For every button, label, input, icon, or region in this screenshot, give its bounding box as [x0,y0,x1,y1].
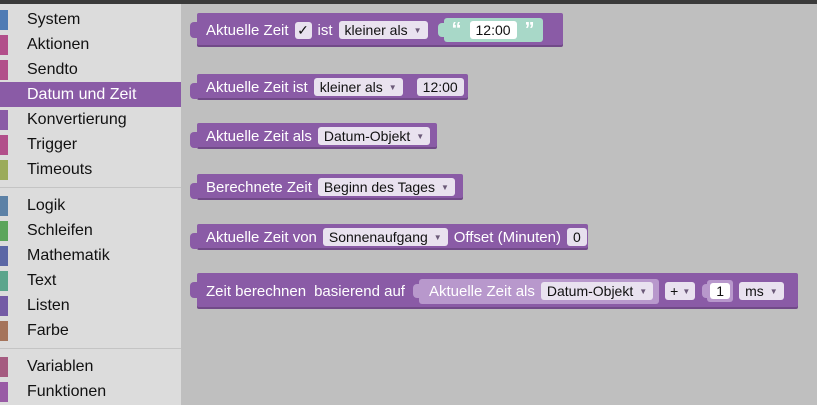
block-workspace[interactable]: Aktuelle Zeit ✓ ist kleiner als ▼ “ 12:00… [181,4,817,405]
category-color-swatch [0,9,8,30]
dropdown-caret-icon: ▼ [413,25,422,35]
dropdown-caret-icon: ▼ [769,286,778,296]
category-label: Konvertierung [27,110,127,128]
category-timeouts[interactable]: Timeouts [0,157,181,182]
offset-minutes-field[interactable]: 0 [566,228,587,246]
time-unit-dropdown[interactable]: ms ▼ [739,282,784,300]
category-color-swatch [0,134,8,155]
category-color-swatch [0,295,8,316]
category-label: Farbe [27,321,69,339]
time-string-field[interactable]: 12:00 [469,21,517,39]
category-label: Trigger [27,135,78,153]
block-label: Aktuelle Zeit als [206,127,312,145]
category-schleifen[interactable]: Schleifen [0,218,181,243]
category-color-swatch [0,109,8,130]
category-sidebar: System Aktionen Sendto Datum und Zeit Ko… [0,4,181,405]
dropdown-value: ms [745,283,764,299]
dropdown-value: kleiner als [319,79,383,95]
open-quote-icon: “ [451,19,462,41]
format-dropdown[interactable]: Datum-Objekt ▼ [317,127,431,145]
dropdown-value: kleiner als [344,22,408,38]
category-label: Timeouts [27,160,93,178]
category-konvertierung[interactable]: Konvertierung [0,107,181,132]
category-color-swatch [0,220,8,241]
operator-dropdown[interactable]: kleiner als ▼ [338,21,428,39]
category-color-swatch [0,59,8,80]
category-aktionen[interactable]: Aktionen [0,32,181,57]
category-label: Aktionen [27,35,90,53]
category-label: Variablen [27,357,94,375]
dropdown-caret-icon: ▼ [416,131,425,141]
category-label: Listen [27,296,70,314]
category-label: Funktionen [27,382,107,400]
category-label: Mathematik [27,246,110,264]
operator-dropdown[interactable]: kleiner als ▼ [313,78,403,96]
block-label: Offset (Minuten) [453,228,561,246]
category-logik[interactable]: Logik [0,193,181,218]
category-variablen[interactable]: Variablen [0,354,181,379]
calculate-time-block[interactable]: Zeit berechnen basierend auf Aktuelle Ze… [190,273,798,309]
category-label: Datum und Zeit [27,85,137,103]
category-farbe[interactable]: Farbe [0,318,181,343]
astro-event-dropdown[interactable]: Sonnenaufgang ▼ [322,228,448,246]
dropdown-caret-icon: ▼ [433,232,442,242]
dropdown-caret-icon: ▼ [639,286,648,296]
category-text[interactable]: Text [0,268,181,293]
category-color-swatch [0,34,8,55]
dropdown-value: Datum-Objekt [546,283,634,299]
block-label: Aktuelle Zeit ist [206,78,308,96]
category-color-swatch [0,84,8,105]
close-quote-icon: ” [524,19,535,41]
category-divider [0,348,181,349]
format-dropdown[interactable]: Datum-Objekt ▼ [540,282,654,300]
block-label: Berechnete Zeit [206,178,312,196]
number-block[interactable]: 1 [702,280,734,302]
astro-time-block[interactable]: Aktuelle Zeit von Sonnenaufgang ▼ Offset … [190,224,588,250]
time-compare-block[interactable]: Aktuelle Zeit ✓ ist kleiner als ▼ “ 12:00… [190,13,563,47]
checkbox-field[interactable]: ✓ [294,21,312,39]
category-label: Text [27,271,57,289]
block-label: basierend auf [314,282,405,300]
block-label: Zeit berechnen [206,282,307,300]
calculated-time-block[interactable]: Berechnete Zeit Beginn des Tages ▼ [190,174,463,200]
category-label: System [27,10,81,28]
category-color-swatch [0,159,8,180]
arithmetic-operator-dropdown[interactable]: + ▼ [665,282,696,300]
category-color-swatch [0,245,8,266]
dropdown-value: Sonnenaufgang [328,229,428,245]
category-color-swatch [0,356,8,377]
category-funktionen[interactable]: Funktionen [0,379,181,404]
category-label: Logik [27,196,66,214]
block-label: ist [317,21,333,39]
category-system[interactable]: System [0,7,181,32]
category-color-swatch [0,320,8,341]
dropdown-value: Beginn des Tages [323,179,435,195]
category-mathematik[interactable]: Mathematik [0,243,181,268]
block-label: Aktuelle Zeit von [206,228,317,246]
category-color-swatch [0,195,8,216]
time-option-dropdown[interactable]: Beginn des Tages ▼ [317,178,455,196]
text-string-block[interactable]: “ 12:00 ” [437,18,543,42]
category-datum-und-zeit[interactable]: Datum und Zeit [0,82,181,107]
category-label: Sendto [27,60,78,78]
block-label: Aktuelle Zeit als [428,282,535,300]
category-sendto[interactable]: Sendto [0,57,181,82]
category-color-swatch [0,270,8,291]
category-divider [0,187,181,188]
dropdown-caret-icon: ▼ [388,82,397,92]
category-trigger[interactable]: Trigger [0,132,181,157]
block-label: Aktuelle Zeit [206,21,289,39]
dropdown-caret-icon: ▼ [682,286,691,296]
current-time-as-block[interactable]: Aktuelle Zeit als Datum-Objekt ▼ [190,123,437,149]
time-compare-inline-block[interactable]: Aktuelle Zeit ist kleiner als ▼ 12:00 [190,74,468,100]
time-value-field[interactable]: 12:00 [416,78,464,96]
dropdown-value: + [670,283,679,299]
category-listen[interactable]: Listen [0,293,181,318]
number-value-field[interactable]: 1 [710,283,731,299]
current-time-as-inner-block[interactable]: Aktuelle Zeit als Datum-Objekt ▼ [412,278,660,304]
dropdown-value: Datum-Objekt [323,128,411,144]
category-color-swatch [0,381,8,402]
dropdown-caret-icon: ▼ [440,182,449,192]
category-label: Schleifen [27,221,93,239]
